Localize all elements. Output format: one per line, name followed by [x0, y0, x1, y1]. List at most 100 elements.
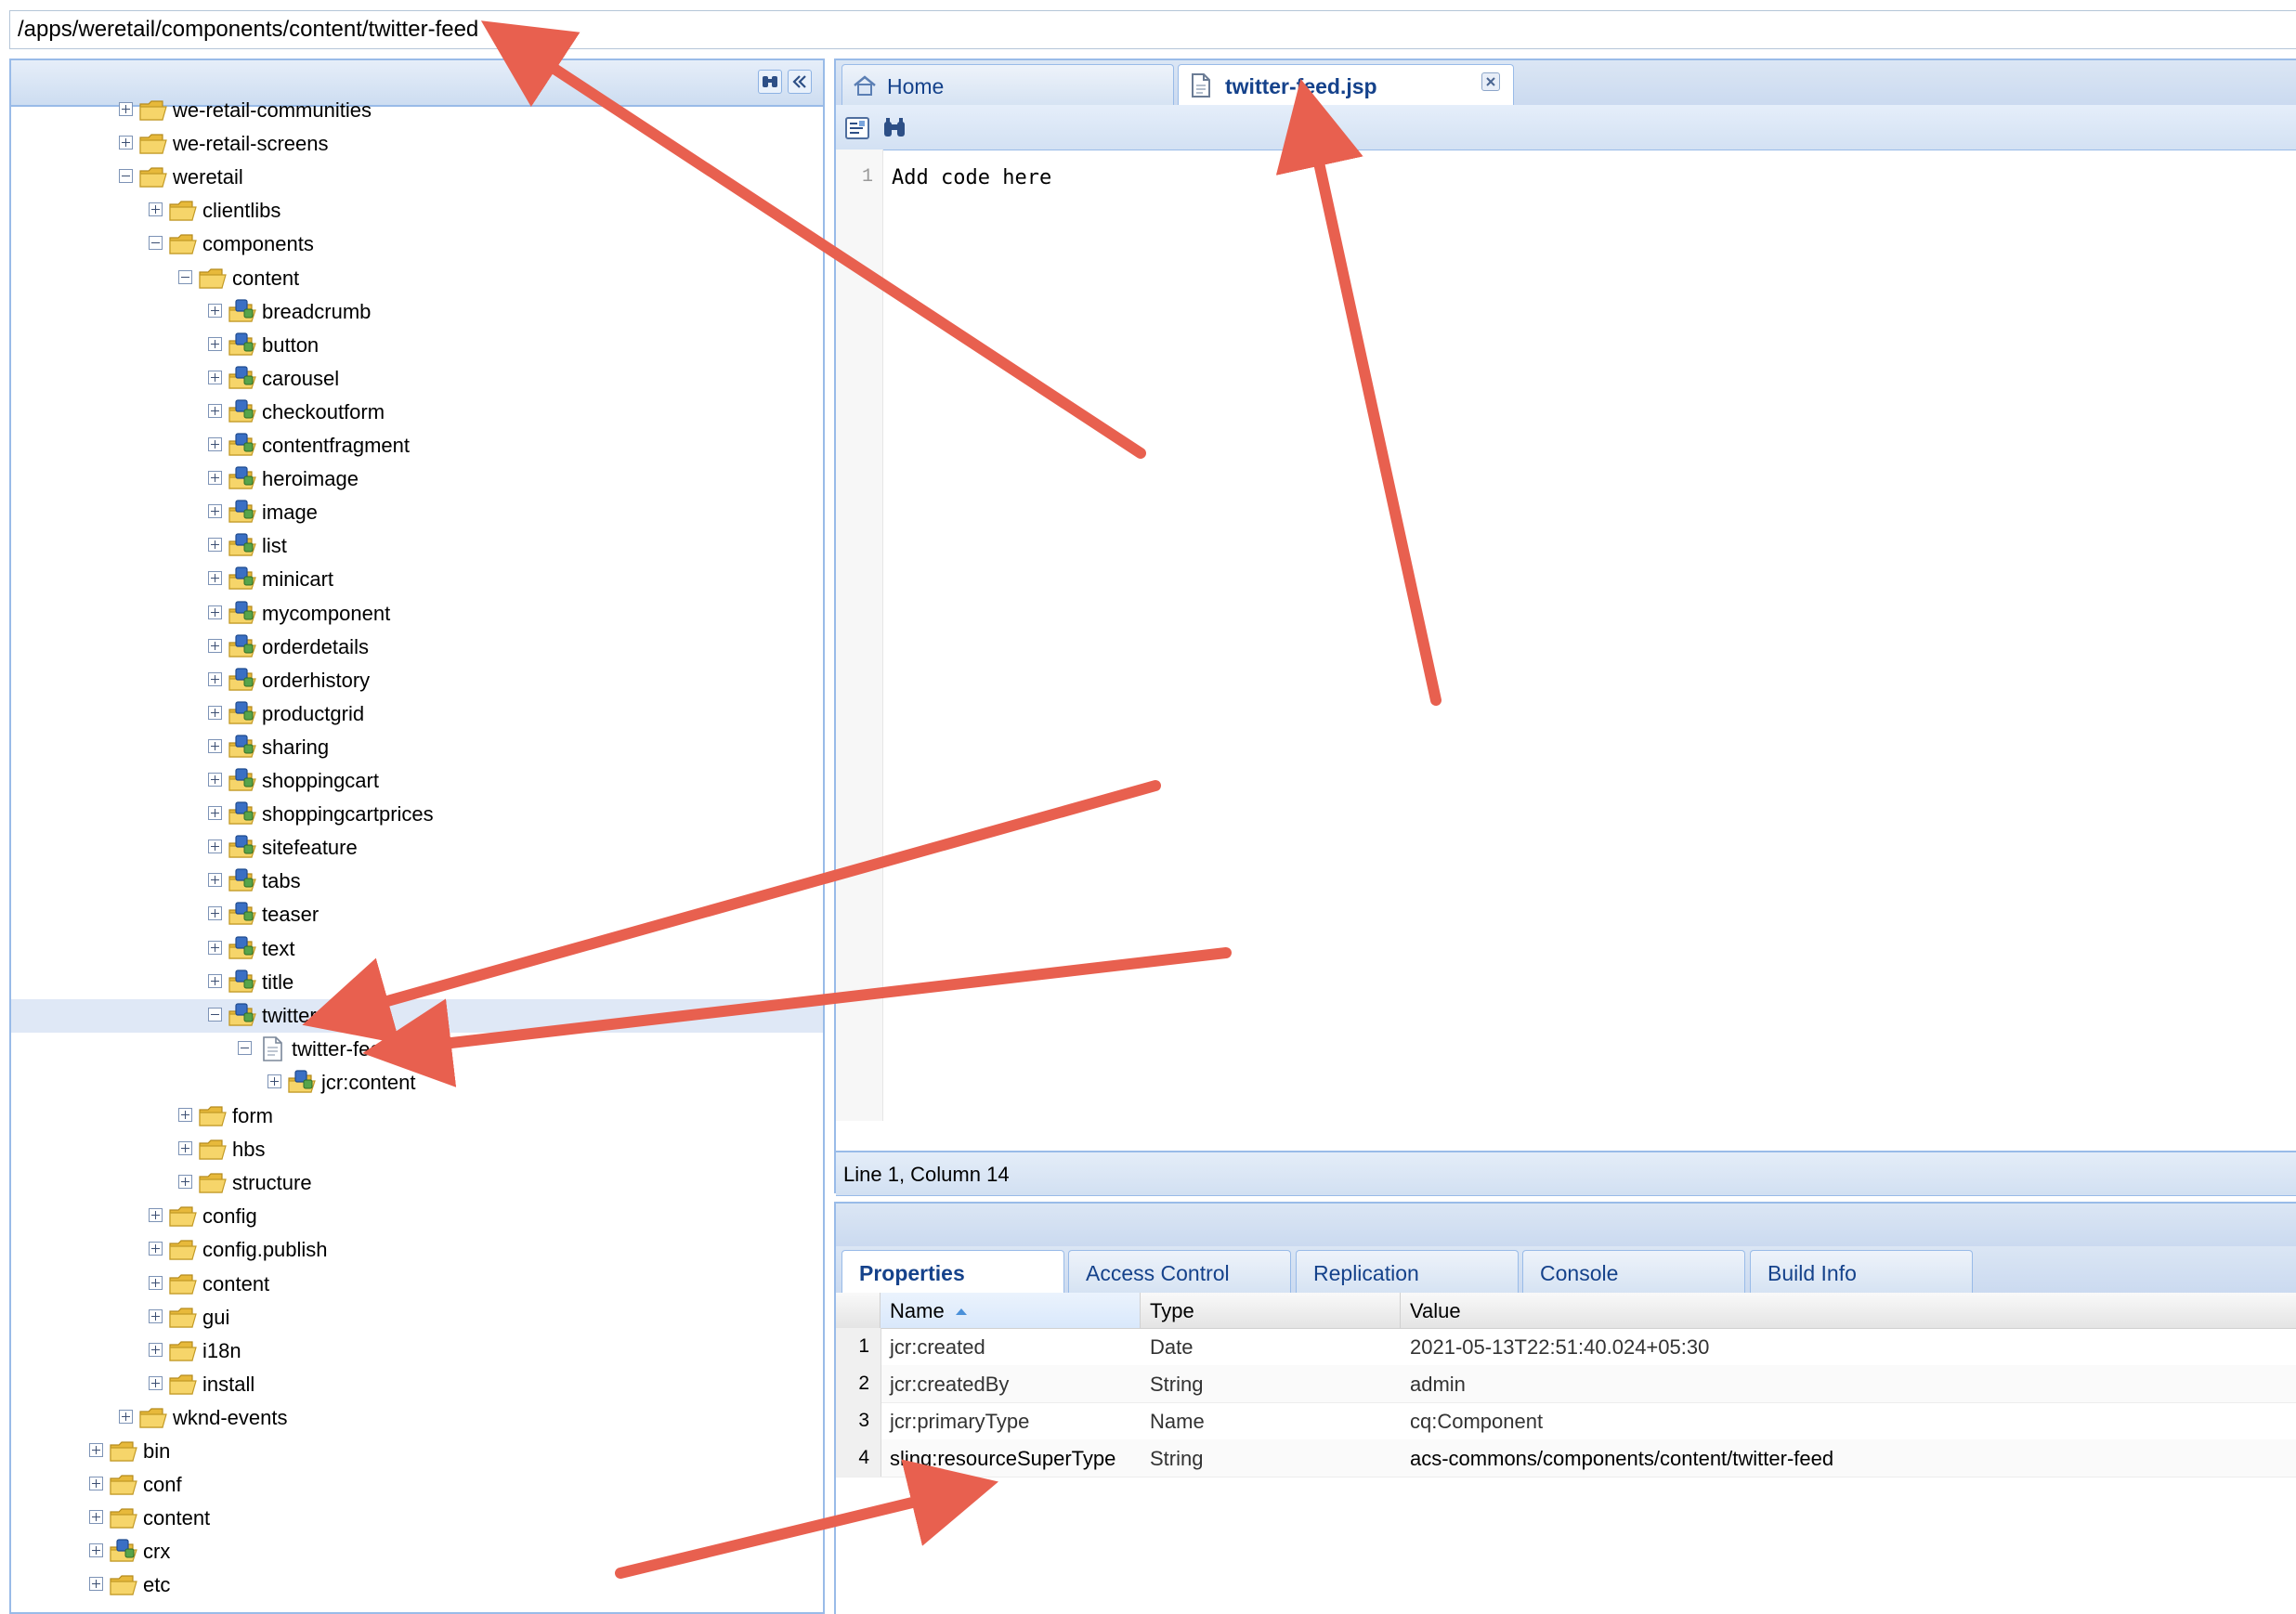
tree-node[interactable]: config: [11, 1200, 823, 1233]
tree-search-button[interactable]: [758, 70, 782, 94]
tree-node[interactable]: crx: [11, 1535, 823, 1568]
format-button[interactable]: [843, 114, 871, 142]
tree-node[interactable]: button: [11, 329, 823, 362]
expand-toggle-icon[interactable]: [149, 1375, 163, 1390]
tree-node[interactable]: shoppingcart: [11, 764, 823, 798]
tree-node[interactable]: conf: [11, 1468, 823, 1502]
expand-toggle-icon[interactable]: [89, 1577, 103, 1592]
expand-toggle-icon[interactable]: [89, 1510, 103, 1525]
expand-toggle-icon[interactable]: [149, 1275, 163, 1290]
expand-toggle-icon[interactable]: [208, 671, 222, 686]
expand-toggle-icon[interactable]: [89, 1477, 103, 1491]
tree-node[interactable]: wknd-events: [11, 1401, 823, 1435]
expand-toggle-icon[interactable]: [208, 437, 222, 451]
collapse-toggle-icon[interactable]: [238, 1040, 252, 1055]
expand-toggle-icon[interactable]: [149, 1208, 163, 1223]
tree-node[interactable]: twitter-feed: [11, 998, 823, 1033]
collapse-toggle-icon[interactable]: [149, 236, 163, 251]
tree-node[interactable]: contentfragment: [11, 429, 823, 462]
expand-toggle-icon[interactable]: [178, 1108, 192, 1122]
expand-toggle-icon[interactable]: [208, 605, 222, 619]
path-input[interactable]: [10, 11, 2296, 48]
expand-toggle-icon[interactable]: [208, 973, 222, 988]
tree-node[interactable]: we-retail-communities: [11, 94, 823, 127]
tree-node[interactable]: title: [11, 966, 823, 999]
tree-node[interactable]: carousel: [11, 362, 823, 396]
tree-node[interactable]: checkoutform: [11, 396, 823, 429]
expand-toggle-icon[interactable]: [208, 571, 222, 586]
expand-toggle-icon[interactable]: [149, 202, 163, 217]
tree-node[interactable]: orderdetails: [11, 631, 823, 664]
expand-toggle-icon[interactable]: [208, 873, 222, 888]
code-editor-line[interactable]: Add code here: [892, 166, 1051, 189]
tree-node[interactable]: content: [11, 262, 823, 295]
tree-node[interactable]: shoppingcartprices: [11, 798, 823, 831]
tree-node[interactable]: orderhistory: [11, 664, 823, 697]
tab-console[interactable]: Console: [1522, 1250, 1745, 1293]
expand-toggle-icon[interactable]: [178, 1141, 192, 1156]
tree-node[interactable]: sharing: [11, 731, 823, 764]
table-row[interactable]: 4 sling:resourceSuperType String acs-common…: [836, 1439, 2296, 1477]
table-row[interactable]: 1 jcr:created Date 2021-05-13T22:51:40.024+…: [836, 1328, 2296, 1366]
tree-node[interactable]: gui: [11, 1301, 823, 1334]
tree-node[interactable]: components: [11, 228, 823, 261]
expand-toggle-icon[interactable]: [89, 1543, 103, 1558]
tab-home[interactable]: Home: [841, 64, 1174, 105]
expand-toggle-icon[interactable]: [208, 705, 222, 720]
collapse-toggle-icon[interactable]: [208, 1007, 222, 1022]
tree-node[interactable]: list: [11, 529, 823, 563]
expand-toggle-icon[interactable]: [208, 840, 222, 854]
collapse-toggle-icon[interactable]: [119, 169, 133, 184]
tree-node[interactable]: i18n: [11, 1334, 823, 1368]
tree-node[interactable]: we-retail-screens: [11, 127, 823, 161]
tab-replication[interactable]: Replication: [1296, 1250, 1519, 1293]
tree-node[interactable]: structure: [11, 1166, 823, 1200]
tree-node[interactable]: tabs: [11, 865, 823, 898]
tab-build-info[interactable]: Build Info: [1750, 1250, 1973, 1293]
expand-toggle-icon[interactable]: [119, 102, 133, 116]
tab-close-button[interactable]: [1481, 72, 1500, 91]
expand-toggle-icon[interactable]: [149, 1242, 163, 1256]
path-bar[interactable]: [9, 10, 2296, 49]
expand-toggle-icon[interactable]: [149, 1342, 163, 1357]
expand-toggle-icon[interactable]: [89, 1443, 103, 1457]
expand-toggle-icon[interactable]: [208, 471, 222, 486]
tree-node[interactable]: text: [11, 932, 823, 966]
tab-twitter-feed-jsp[interactable]: twitter-feed.jsp: [1178, 64, 1514, 107]
column-header-type[interactable]: Type: [1141, 1293, 1401, 1328]
expand-toggle-icon[interactable]: [208, 504, 222, 519]
expand-toggle-icon[interactable]: [208, 303, 222, 318]
expand-toggle-icon[interactable]: [208, 403, 222, 418]
tree-node[interactable]: breadcrumb: [11, 295, 823, 329]
tree-node[interactable]: bin: [11, 1435, 823, 1468]
tree-node[interactable]: content: [11, 1502, 823, 1535]
tree-node[interactable]: productgrid: [11, 697, 823, 731]
expand-toggle-icon[interactable]: [149, 1308, 163, 1323]
expand-toggle-icon[interactable]: [208, 336, 222, 351]
expand-toggle-icon[interactable]: [178, 1175, 192, 1190]
table-row[interactable]: 3 jcr:primaryType Name cq:Component: [836, 1402, 2296, 1440]
expand-toggle-icon[interactable]: [119, 136, 133, 150]
tree-node[interactable]: install: [11, 1368, 823, 1401]
expand-toggle-icon[interactable]: [208, 538, 222, 553]
collapse-panel-button[interactable]: [788, 70, 812, 94]
column-header-value[interactable]: Value: [1401, 1293, 2296, 1328]
tree-node[interactable]: content: [11, 1268, 823, 1301]
expand-toggle-icon[interactable]: [119, 1409, 133, 1424]
tree-node[interactable]: teaser: [11, 898, 823, 931]
tree-node[interactable]: mycomponent: [11, 597, 823, 631]
column-header-name[interactable]: Name: [881, 1293, 1141, 1328]
tree-node[interactable]: weretail: [11, 161, 823, 194]
tree-node[interactable]: config.publish: [11, 1233, 823, 1267]
tree-node[interactable]: hbs: [11, 1133, 823, 1166]
tree-node[interactable]: twitter-feed.jsp: [11, 1033, 823, 1066]
find-button[interactable]: [881, 114, 908, 142]
tree-node[interactable]: etc: [11, 1568, 823, 1602]
tree-node[interactable]: form: [11, 1100, 823, 1133]
tree-node[interactable]: sitefeature: [11, 831, 823, 865]
expand-toggle-icon[interactable]: [208, 806, 222, 821]
tab-access-control[interactable]: Access Control: [1068, 1250, 1291, 1293]
expand-toggle-icon[interactable]: [208, 773, 222, 787]
expand-toggle-icon[interactable]: [208, 738, 222, 753]
expand-toggle-icon[interactable]: [208, 638, 222, 653]
